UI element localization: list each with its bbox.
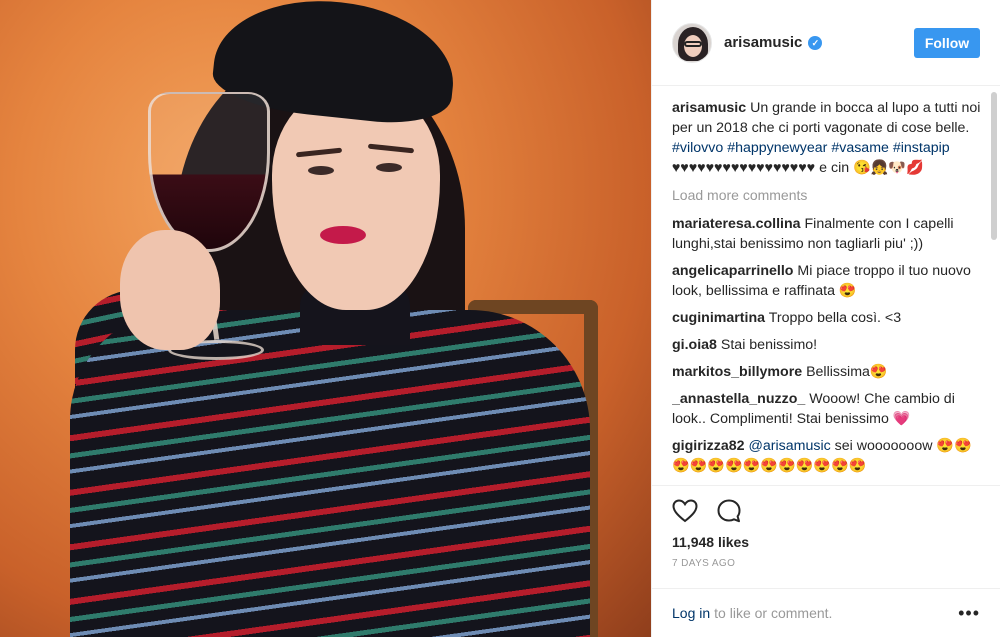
action-icons xyxy=(672,496,980,526)
caption-username[interactable]: arisamusic xyxy=(672,100,746,116)
comment: _annastella_nuzzo_ Wooow! Che cambio di … xyxy=(672,389,988,429)
right-eye xyxy=(376,163,402,172)
comment-mention[interactable]: @arisamusic xyxy=(749,438,831,454)
comment-icon[interactable] xyxy=(716,498,742,524)
login-link[interactable]: Log in xyxy=(672,605,710,621)
post-timestamp[interactable]: 7 DAYS AGO xyxy=(672,558,980,569)
comment: angelicaparrinello Mi piace troppo il tu… xyxy=(672,261,988,301)
comment-text: Stai benissimo! xyxy=(720,337,818,353)
striped-sweater xyxy=(70,310,590,637)
comment-username[interactable]: markitos_billymore xyxy=(672,364,802,380)
comment-username[interactable]: angelicaparrinello xyxy=(672,263,793,279)
left-eye xyxy=(308,166,334,175)
comment: mariateresa.collina Finalmente con I cap… xyxy=(672,214,988,254)
post-side-panel: arisamusic ✓ Follow arisamusic Un grande… xyxy=(651,0,1000,637)
follow-button[interactable]: Follow xyxy=(914,27,980,58)
likes-count[interactable]: 11,948 likes xyxy=(672,534,980,550)
hand xyxy=(120,230,220,350)
hashtag[interactable]: #instapip xyxy=(893,140,950,156)
lips xyxy=(320,226,366,244)
verified-badge-icon: ✓ xyxy=(808,35,823,50)
caption: arisamusic Un grande in bocca al lupo a … xyxy=(672,98,988,178)
hashtag[interactable]: #happynewyear xyxy=(727,140,827,156)
load-more-comments[interactable]: Load more comments xyxy=(672,185,988,205)
more-options-icon[interactable]: ••• xyxy=(958,603,980,624)
comment-text: Troppo bella così. <3 xyxy=(768,310,902,326)
post-header: arisamusic ✓ Follow xyxy=(652,0,1000,86)
comment-username[interactable]: cuginimartina xyxy=(672,310,765,326)
post-actions: 11,948 likes 7 DAYS AGO xyxy=(652,485,1000,569)
instagram-post: arisamusic ✓ Follow arisamusic Un grande… xyxy=(0,0,1000,637)
login-prompt-text: to like or comment. xyxy=(714,605,833,621)
hashtag[interactable]: #vilovvo xyxy=(672,140,723,156)
comment-username[interactable]: mariateresa.collina xyxy=(672,216,801,232)
comment-login-bar: Log in to like or comment. ••• xyxy=(652,588,1000,637)
comment: markitos_billymore Bellissima😍 xyxy=(672,362,988,382)
caption-tail: ♥♥♥♥♥♥♥♥♥♥♥♥♥♥♥♥♥ e cin 😘👧🐶💋 xyxy=(672,160,924,176)
comment: gigirizza82 @arisamusic sei wooooooow 😍😍… xyxy=(672,436,988,476)
post-photo[interactable] xyxy=(0,0,651,637)
post-username[interactable]: arisamusic xyxy=(724,34,802,51)
comments-scrollbar[interactable] xyxy=(991,92,997,240)
avatar-glasses xyxy=(684,40,702,47)
comment: cuginimartina Troppo bella così. <3 xyxy=(672,308,988,328)
comment-text: Bellissima😍 xyxy=(806,364,888,380)
avatar[interactable] xyxy=(672,22,712,63)
heart-icon[interactable] xyxy=(672,498,698,524)
comment-username[interactable]: gigirizza82 xyxy=(672,438,745,454)
comment-username[interactable]: _annastella_nuzzo_ xyxy=(672,391,805,407)
hashtag[interactable]: #vasame xyxy=(831,140,889,156)
comment-username[interactable]: gi.oia8 xyxy=(672,337,717,353)
comments-list[interactable]: arisamusic Un grande in bocca al lupo a … xyxy=(672,98,988,484)
comment: gi.oia8 Stai benissimo! xyxy=(672,335,988,355)
